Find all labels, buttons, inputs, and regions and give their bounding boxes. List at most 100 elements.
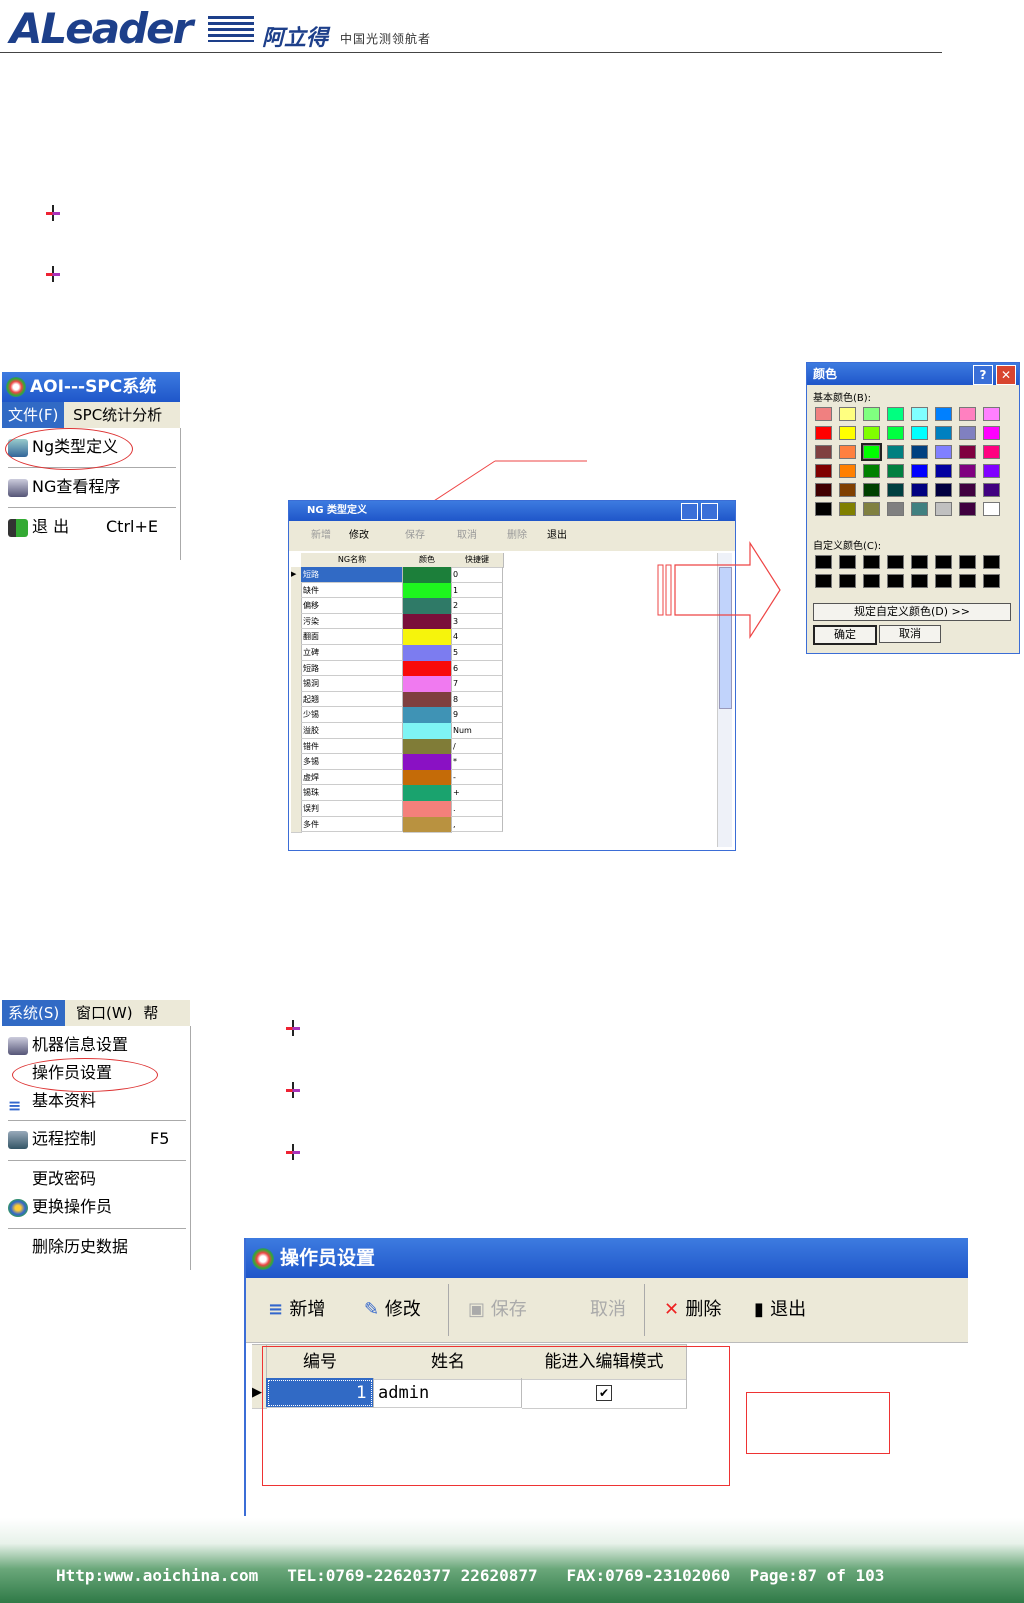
help-icon[interactable]: ?	[973, 365, 993, 385]
custom-color-swatch[interactable]	[911, 555, 928, 569]
ng-key-cell[interactable]: 9	[451, 707, 503, 723]
close-icon[interactable]: ✕	[996, 365, 1016, 385]
color-swatch[interactable]	[911, 502, 928, 516]
color-swatch[interactable]	[983, 407, 1000, 421]
ng-key-cell[interactable]: 0	[451, 567, 503, 583]
custom-color-swatch[interactable]	[887, 574, 904, 588]
exit-button[interactable]: 退出	[547, 521, 567, 551]
color-swatch[interactable]	[887, 426, 904, 440]
ng-color-cell[interactable]	[403, 707, 452, 724]
add-button[interactable]: ≡ 新增	[268, 1278, 325, 1342]
color-swatch[interactable]	[839, 483, 856, 497]
custom-color-swatch[interactable]	[935, 574, 952, 588]
delete-button[interactable]: 删除	[507, 521, 527, 551]
custom-color-swatch[interactable]	[815, 555, 832, 569]
color-swatch[interactable]	[887, 445, 904, 459]
color-swatch[interactable]	[935, 464, 952, 478]
ng-key-cell[interactable]: 3	[451, 613, 503, 630]
ng-name-cell[interactable]: 少锡	[301, 707, 403, 723]
minimize-icon[interactable]	[681, 503, 698, 520]
color-swatch[interactable]	[983, 464, 1000, 478]
ng-column-header[interactable]: 快捷键	[451, 553, 504, 568]
ng-name-cell[interactable]: 偏移	[301, 598, 403, 614]
ng-key-cell[interactable]: 7	[451, 676, 503, 692]
color-swatch[interactable]	[935, 445, 952, 459]
ng-key-cell[interactable]: *	[451, 754, 503, 770]
ng-color-cell[interactable]	[403, 582, 452, 600]
custom-color-swatch[interactable]	[863, 574, 880, 588]
custom-color-swatch[interactable]	[863, 555, 880, 569]
ng-key-cell[interactable]: -	[451, 769, 503, 786]
color-swatch[interactable]	[959, 426, 976, 440]
ng-color-cell[interactable]	[403, 598, 452, 615]
add-button[interactable]: 新增	[311, 521, 331, 551]
delete-button[interactable]: ✕ 删除	[664, 1278, 721, 1342]
ok-button[interactable]: 确定	[813, 625, 877, 645]
custom-color-swatch[interactable]	[935, 555, 952, 569]
color-swatch[interactable]	[815, 445, 832, 459]
color-swatch[interactable]	[959, 407, 976, 421]
cancel-button[interactable]: 取消	[457, 521, 477, 551]
ng-key-cell[interactable]: /	[451, 738, 503, 755]
ng-name-cell[interactable]: 短路	[301, 660, 403, 677]
ng-key-cell[interactable]: +	[451, 785, 503, 801]
color-swatch[interactable]	[935, 483, 952, 497]
color-swatch[interactable]	[959, 483, 976, 497]
color-swatch[interactable]	[887, 502, 904, 516]
color-swatch[interactable]	[887, 464, 904, 478]
ng-column-header[interactable]: NG名称	[301, 553, 404, 568]
ng-column-header[interactable]: 颜色	[403, 553, 452, 568]
ng-color-cell[interactable]	[403, 660, 452, 678]
menu-help[interactable]: 帮	[137, 1004, 158, 1022]
color-swatch[interactable]	[839, 502, 856, 516]
ng-color-cell[interactable]	[403, 769, 452, 787]
ng-key-cell[interactable]: 6	[451, 660, 503, 677]
ng-color-cell[interactable]	[403, 816, 452, 834]
custom-color-swatch[interactable]	[959, 555, 976, 569]
custom-color-swatch[interactable]	[959, 574, 976, 588]
maximize-icon[interactable]	[701, 503, 719, 520]
ng-key-cell[interactable]: .	[451, 801, 503, 817]
color-swatch[interactable]	[959, 445, 976, 459]
color-swatch[interactable]	[815, 407, 832, 421]
cancel-button[interactable]: 取消	[879, 625, 941, 643]
color-swatch[interactable]	[815, 464, 832, 478]
ng-name-cell[interactable]: 短路	[301, 567, 403, 583]
color-swatch[interactable]	[815, 483, 832, 497]
ng-color-cell[interactable]	[403, 754, 452, 771]
ng-name-cell[interactable]: 锡洞	[301, 676, 403, 692]
color-swatch[interactable]	[839, 445, 856, 459]
edit-button[interactable]: ✎ 修改	[364, 1278, 421, 1342]
ng-name-cell[interactable]: 立碑	[301, 645, 403, 661]
ng-key-cell[interactable]: 4	[451, 629, 503, 645]
ng-key-cell[interactable]: Num	[451, 723, 503, 739]
ng-name-cell[interactable]: 多件	[301, 816, 403, 833]
color-swatch[interactable]	[861, 443, 882, 461]
ng-name-cell[interactable]: 多锡	[301, 754, 403, 770]
color-swatch[interactable]	[815, 426, 832, 440]
ng-name-cell[interactable]: 误判	[301, 801, 403, 817]
color-swatch[interactable]	[839, 426, 856, 440]
exit-button[interactable]: ▮ 退出	[754, 1278, 806, 1342]
ng-key-cell[interactable]: 8	[451, 691, 503, 708]
color-swatch[interactable]	[911, 407, 928, 421]
save-button[interactable]: ▣ 保存	[468, 1278, 527, 1342]
ng-name-cell[interactable]: 虚焊	[301, 769, 403, 786]
color-swatch[interactable]	[863, 464, 880, 478]
edit-button[interactable]: 修改	[349, 521, 369, 551]
custom-color-swatch[interactable]	[911, 574, 928, 588]
ng-name-cell[interactable]: 错件	[301, 738, 403, 755]
color-swatch[interactable]	[863, 407, 880, 421]
ng-key-cell[interactable]: 1	[451, 582, 503, 599]
ng-color-cell[interactable]	[403, 676, 452, 693]
color-swatch[interactable]	[983, 426, 1000, 440]
ng-name-cell[interactable]: 翻面	[301, 629, 403, 645]
menu-item-exit[interactable]: 退 出 Ctrl+E	[2, 514, 180, 540]
menu-item-ng-view[interactable]: NG查看程序	[2, 474, 120, 500]
color-swatch[interactable]	[959, 502, 976, 516]
cancel-button[interactable]: 取消	[590, 1278, 626, 1342]
color-swatch[interactable]	[839, 464, 856, 478]
ng-key-cell[interactable]: 5	[451, 645, 503, 661]
color-swatch[interactable]	[863, 483, 880, 497]
color-swatch[interactable]	[911, 426, 928, 440]
